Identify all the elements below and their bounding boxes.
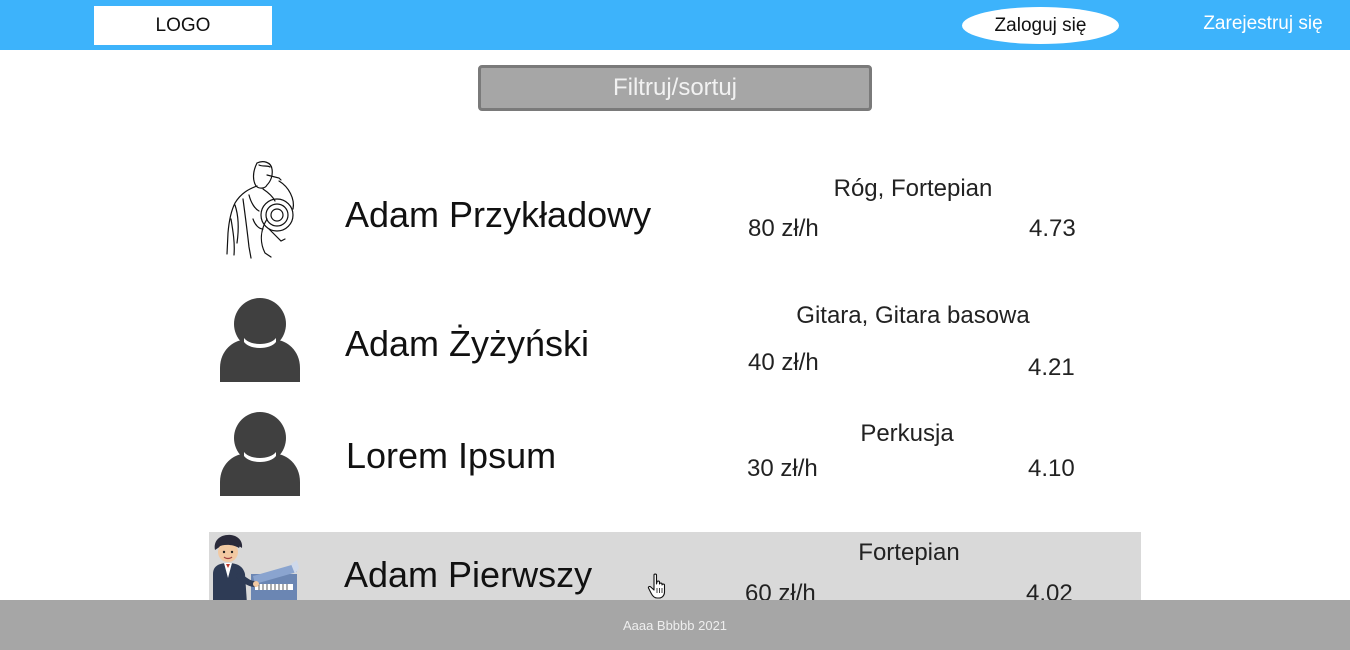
teacher-row[interactable]: Adam Przykładowy Róg, Fortepian 80 zł/h … — [209, 150, 1141, 270]
teacher-rating: 4.21 — [1028, 354, 1075, 381]
teacher-instruments: Fortepian — [858, 539, 960, 566]
horn-player-avatar — [226, 161, 294, 259]
teacher-name: Lorem Ipsum — [346, 435, 557, 476]
teacher-rating: 4.10 — [1028, 455, 1075, 482]
teacher-price: 60 zł/h — [745, 580, 816, 600]
teacher-name: Adam Żyżyński — [345, 323, 590, 364]
pianist-avatar — [213, 534, 299, 600]
teacher-instruments: Gitara, Gitara basowa — [796, 302, 1030, 329]
teacher-price: 30 zł/h — [747, 455, 818, 482]
hand-cursor-icon — [647, 573, 666, 599]
teacher-name: Adam Pierwszy — [344, 554, 593, 595]
teacher-row[interactable]: Adam Żyżyński Gitara, Gitara basowa 40 z… — [209, 290, 1141, 390]
user-avatar-icon — [220, 412, 300, 496]
teacher-list: Adam Przykładowy Róg, Fortepian 80 zł/h … — [0, 0, 1350, 600]
teacher-instruments: Róg, Fortepian — [833, 175, 993, 202]
teacher-price: 40 zł/h — [748, 349, 819, 376]
teacher-row[interactable]: Lorem Ipsum Perkusja 30 zł/h 4.10 — [209, 405, 1141, 505]
teacher-name: Adam Przykładowy — [345, 194, 652, 235]
user-avatar-icon — [220, 298, 300, 382]
teacher-rating: 4.73 — [1029, 215, 1076, 242]
teacher-instruments: Perkusja — [860, 420, 954, 447]
teacher-rating: 4.02 — [1026, 580, 1073, 600]
footer: Aaaa Bbbbb 2021 — [0, 600, 1350, 650]
teacher-row-selected[interactable]: Adam Pierwszy Fortepian 60 zł/h 4.02 — [209, 532, 1141, 600]
teacher-price: 80 zł/h — [748, 215, 819, 242]
footer-text: Aaaa Bbbbb 2021 — [622, 617, 728, 633]
